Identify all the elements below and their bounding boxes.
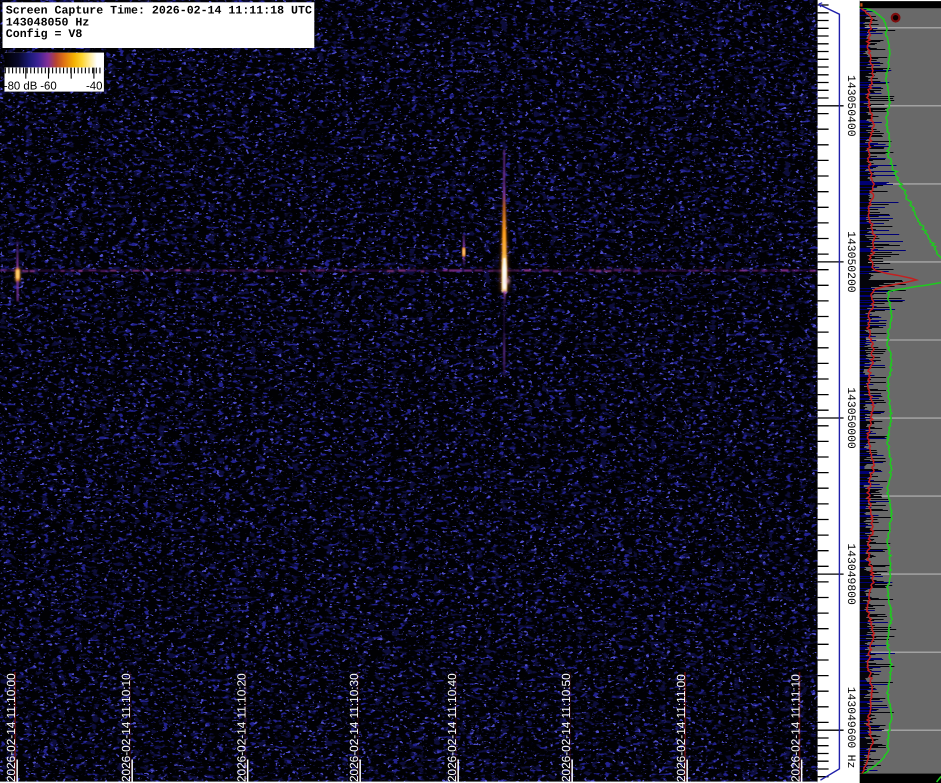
- svg-text:2026-02-14 11:10:00: 2026-02-14 11:10:00: [4, 673, 18, 782]
- svg-text:143049800: 143049800: [844, 543, 856, 605]
- svg-text:-80 dB: -80 dB: [4, 81, 38, 93]
- svg-text:2026-02-14 11:10:20: 2026-02-14 11:10:20: [235, 673, 249, 782]
- svg-text:143050000: 143050000: [844, 387, 856, 449]
- svg-text:-40: -40: [86, 81, 102, 93]
- svg-text:143050200: 143050200: [844, 231, 856, 293]
- svg-text:143050400: 143050400: [844, 75, 856, 137]
- svg-text:2026-02-14 11:10:40: 2026-02-14 11:10:40: [445, 673, 459, 782]
- svg-text:-60: -60: [40, 81, 56, 93]
- svg-text:2026-02-14 11:10:30: 2026-02-14 11:10:30: [347, 673, 361, 782]
- svg-text:2026-02-14 11:10:50: 2026-02-14 11:10:50: [559, 673, 573, 782]
- svg-text:Hz: Hz: [844, 755, 856, 769]
- svg-text:2026-02-14 11:10:10: 2026-02-14 11:10:10: [119, 673, 133, 782]
- svg-text:2026-02-14 11:11:10: 2026-02-14 11:11:10: [789, 674, 803, 782]
- svg-text:Config = V8: Config = V8: [6, 28, 83, 41]
- svg-text:143049600: 143049600: [844, 687, 856, 749]
- svg-text:2026-02-14 11:11:00: 2026-02-14 11:11:00: [674, 674, 688, 782]
